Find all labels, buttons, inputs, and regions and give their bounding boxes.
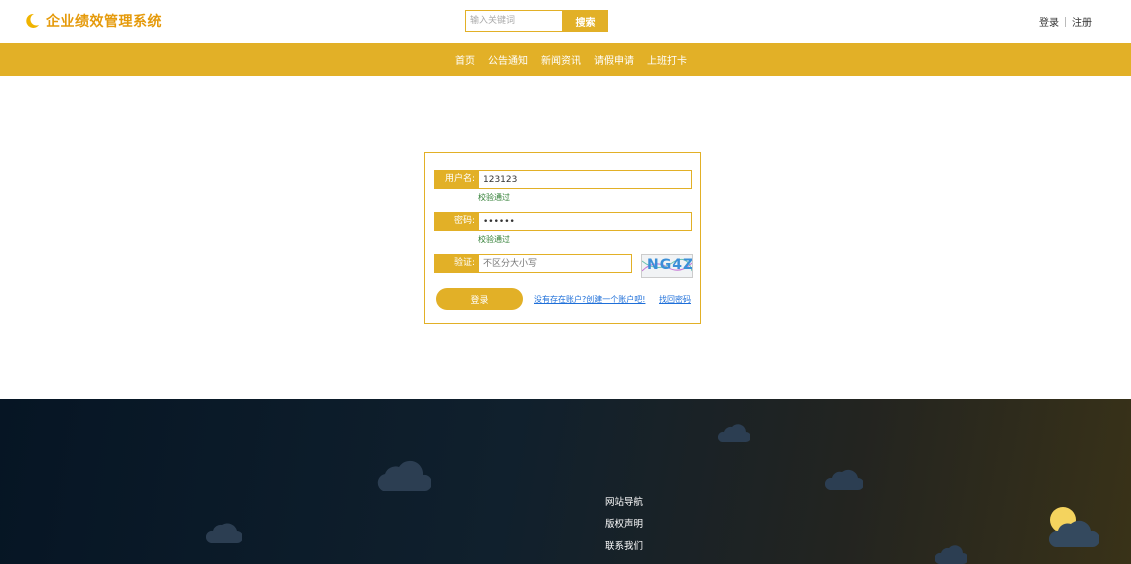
auth-links: 登录 注册	[1039, 14, 1092, 29]
nav-item-leave-request[interactable]: 请假申请	[594, 52, 634, 67]
search-button[interactable]: 搜索	[563, 10, 608, 32]
nav-item-home[interactable]: 首页	[455, 52, 475, 67]
footer-link-site-nav[interactable]: 网站导航	[605, 496, 643, 518]
cloud-icon	[206, 523, 242, 543]
moon-icon	[24, 13, 40, 29]
captcha-row: 验证:	[434, 254, 632, 273]
register-link[interactable]: 注册	[1072, 14, 1092, 29]
cloud-icon	[377, 460, 431, 491]
username-row: 用户名:	[434, 170, 692, 189]
create-account-link[interactable]: 没有存在账户?创建一个账户吧!	[534, 294, 645, 305]
username-validation: 校验通过	[478, 193, 510, 202]
footer-links: 网站导航 版权声明 联系我们	[605, 496, 643, 562]
nav-item-notices[interactable]: 公告通知	[488, 52, 528, 67]
sun-cloud-icon	[1048, 507, 1099, 547]
forgot-password-link[interactable]: 找回密码	[659, 294, 691, 305]
footer: 网站导航 版权声明 联系我们	[0, 399, 1131, 564]
captcha-image[interactable]: NG4Z	[641, 254, 693, 278]
nav-item-clock-in[interactable]: 上班打卡	[647, 52, 687, 67]
site-title: 企业绩效管理系统	[46, 14, 162, 30]
footer-link-contact[interactable]: 联系我们	[605, 540, 643, 562]
cloud-icon	[935, 545, 967, 564]
main-nav: 首页 公告通知 新闻资讯 请假申请 上班打卡	[0, 43, 1131, 76]
password-row: 密码:	[434, 212, 692, 231]
captcha-text: NG4Z	[647, 257, 693, 273]
login-link[interactable]: 登录	[1039, 14, 1059, 29]
captcha-input[interactable]	[478, 254, 632, 273]
password-label: 密码:	[434, 212, 478, 231]
footer-link-copyright[interactable]: 版权声明	[605, 518, 643, 540]
password-field[interactable]	[478, 212, 692, 231]
login-form: 用户名: 校验通过 密码: 校验通过 验证: NG4Z 登录 没有存在账户?创建…	[424, 152, 701, 324]
login-button[interactable]: 登录	[436, 288, 523, 310]
search-input[interactable]	[465, 10, 563, 32]
username-field[interactable]	[478, 170, 692, 189]
site-logo[interactable]: 企业绩效管理系统	[24, 10, 162, 32]
cloud-icon	[825, 469, 863, 490]
password-validation: 校验通过	[478, 235, 510, 244]
nav-item-news[interactable]: 新闻资讯	[541, 52, 581, 67]
captcha-label: 验证:	[434, 254, 478, 273]
username-label: 用户名:	[434, 170, 478, 189]
auth-divider	[1065, 16, 1066, 27]
top-bar: 企业绩效管理系统 搜索 登录 注册	[0, 0, 1131, 43]
cloud-icon	[718, 424, 750, 442]
search-bar: 搜索	[465, 10, 608, 32]
